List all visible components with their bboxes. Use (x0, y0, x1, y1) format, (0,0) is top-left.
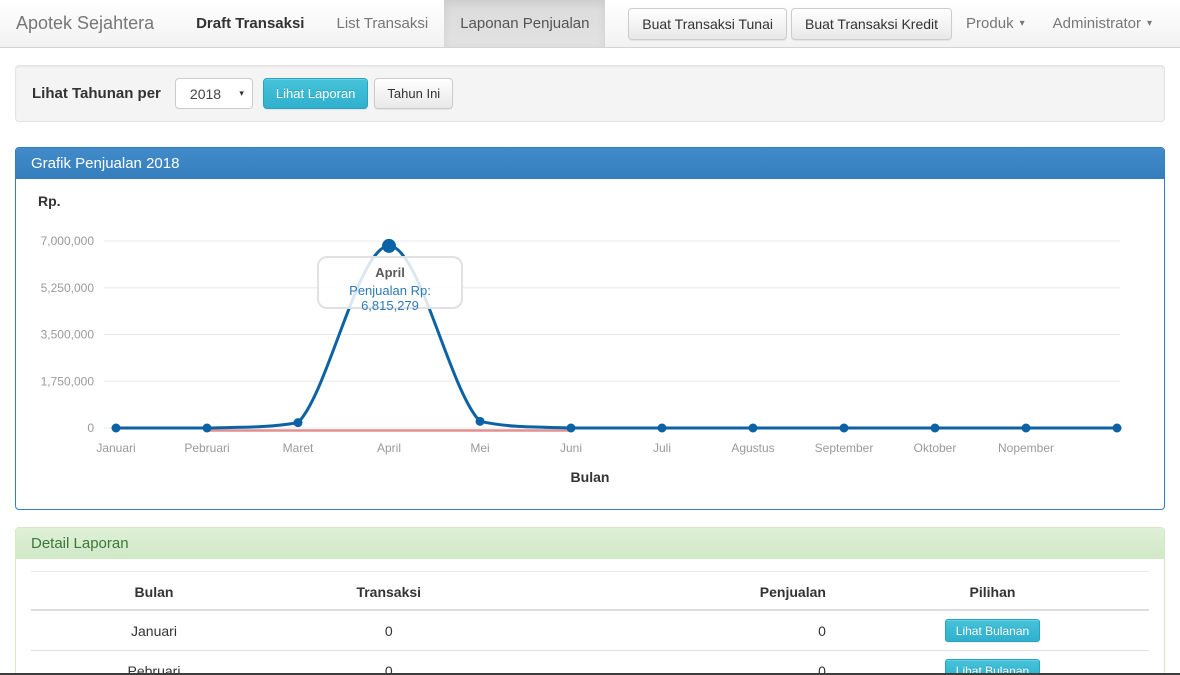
year-select-value: 2018 (190, 86, 221, 102)
data-point-Mei[interactable] (476, 417, 485, 426)
lihat-laporan-button[interactable]: Lihat Laporan (263, 78, 369, 109)
tooltip-value: Penjualan Rp: 6,815,279 (319, 283, 461, 313)
column-header-bulan: Bulan (31, 572, 277, 611)
y-tick-label: 0 (87, 421, 94, 435)
data-point-Oktober[interactable] (931, 424, 940, 433)
chart-panel-title: Grafik Penjualan 2018 (16, 148, 1164, 179)
cell-pilihan: Lihat Bulanan (836, 651, 1149, 675)
nav-item-draft-transaksi[interactable]: Draft Transaksi (180, 0, 320, 47)
column-header-penjualan: Penjualan (501, 572, 836, 611)
cell-trans: 0 (277, 610, 501, 651)
produk-dropdown[interactable]: Produk ▾ (952, 15, 1039, 32)
detail-panel-title: Detail Laporan (16, 528, 1164, 559)
x-axis-title: Bulan (16, 469, 1164, 485)
x-tick-label: Juni (560, 441, 582, 455)
table-row: Pebruari00Lihat Bulanan (31, 651, 1149, 675)
chart-tooltip: April Penjualan Rp: 6,815,279 (317, 256, 463, 309)
buat-transaksi-tunai-button[interactable]: Buat Transaksi Tunai (628, 8, 787, 40)
administrator-dropdown[interactable]: Administrator ▾ (1039, 15, 1166, 32)
lihat-bulanan-button[interactable]: Lihat Bulanan (945, 619, 1040, 642)
administrator-dropdown-label: Administrator (1053, 15, 1141, 32)
y-tick-label: 1,750,000 (41, 374, 95, 388)
cell-penj: 0 (501, 651, 836, 675)
select-caret-icon: ▾ (239, 88, 244, 99)
x-tick-label: Mei (470, 441, 489, 455)
column-header-pilihan: Pilihan (836, 572, 1149, 611)
column-header-transaksi: Transaksi (277, 572, 501, 611)
data-point-Juni[interactable] (567, 424, 576, 433)
penjualan-series-line (116, 246, 1117, 428)
chart-panel: Grafik Penjualan 2018 Rp. 7,000,0005,250… (15, 147, 1165, 510)
data-point-Juli[interactable] (658, 424, 667, 433)
nav-item-laporan-penjualan[interactable]: Laponan Penjualan (444, 0, 605, 47)
nav-item-list-transaksi[interactable]: List Transaksi (320, 0, 444, 47)
x-tick-label: September (815, 441, 874, 455)
filter-bar: Lihat Tahunan per 2018 ▾ Lihat Laporan T… (15, 65, 1165, 122)
x-tick-label: Pebruari (184, 441, 229, 455)
y-tick-label: 5,250,000 (41, 281, 95, 295)
cell-bulan: Januari (31, 610, 277, 651)
cell-penj: 0 (501, 610, 836, 651)
year-select[interactable]: 2018 ▾ (175, 78, 253, 109)
buat-transaksi-kredit-button[interactable]: Buat Transaksi Kredit (791, 8, 952, 40)
cell-trans: 0 (277, 651, 501, 675)
navbar-right: Buat Transaksi Tunai Buat Transaksi Kred… (624, 0, 1180, 47)
x-tick-label: Oktober (914, 441, 957, 455)
detail-table: BulanTransaksiPenjualanPilihan Januari00… (31, 571, 1149, 675)
filter-label: Lihat Tahunan per (32, 85, 161, 102)
x-tick-label: Agustus (731, 441, 774, 455)
tahun-ini-button[interactable]: Tahun Ini (374, 78, 453, 109)
data-point-Agustus[interactable] (749, 424, 758, 433)
data-point-Pebruari[interactable] (203, 424, 212, 433)
cell-bulan: Pebruari (31, 651, 277, 675)
data-point-Desember[interactable] (1113, 424, 1122, 433)
navbar: Apotek Sejahtera Draft Transaksi List Tr… (0, 0, 1180, 48)
table-header-row: BulanTransaksiPenjualanPilihan (31, 572, 1149, 611)
page: Apotek Sejahtera Draft Transaksi List Tr… (0, 0, 1180, 675)
x-tick-label: Juli (653, 441, 671, 455)
tooltip-month: April (319, 265, 461, 280)
cell-pilihan: Lihat Bulanan (836, 610, 1149, 651)
produk-dropdown-label: Produk (966, 15, 1014, 32)
caret-down-icon: ▾ (1147, 18, 1152, 29)
x-tick-label: Januari (96, 441, 135, 455)
x-tick-label: April (377, 441, 401, 455)
caret-down-icon: ▾ (1020, 18, 1025, 29)
y-tick-label: 7,000,000 (41, 234, 95, 248)
sales-line-chart[interactable]: 7,000,000 5,250,000 3,500,000 1,750,000 0Jan… (16, 179, 1164, 464)
y-tick-label: 3,500,000 (41, 328, 95, 342)
data-point-Januari[interactable] (112, 424, 121, 433)
data-point-September[interactable] (840, 424, 849, 433)
chart-area: Rp. 7,000,0005,250,0003,500,0001,750,000… (16, 179, 1164, 509)
brand[interactable]: Apotek Sejahtera (0, 0, 166, 47)
table-row: Januari00Lihat Bulanan (31, 610, 1149, 651)
data-point-Maret[interactable] (294, 418, 303, 427)
x-tick-label: Nopember (998, 441, 1054, 455)
data-point-April[interactable] (382, 239, 396, 253)
x-tick-label: Maret (283, 441, 314, 455)
data-point-Nopember[interactable] (1022, 424, 1031, 433)
detail-panel: Detail Laporan BulanTransaksiPenjualanPi… (15, 527, 1165, 675)
detail-table-wrap: BulanTransaksiPenjualanPilihan Januari00… (16, 559, 1164, 675)
